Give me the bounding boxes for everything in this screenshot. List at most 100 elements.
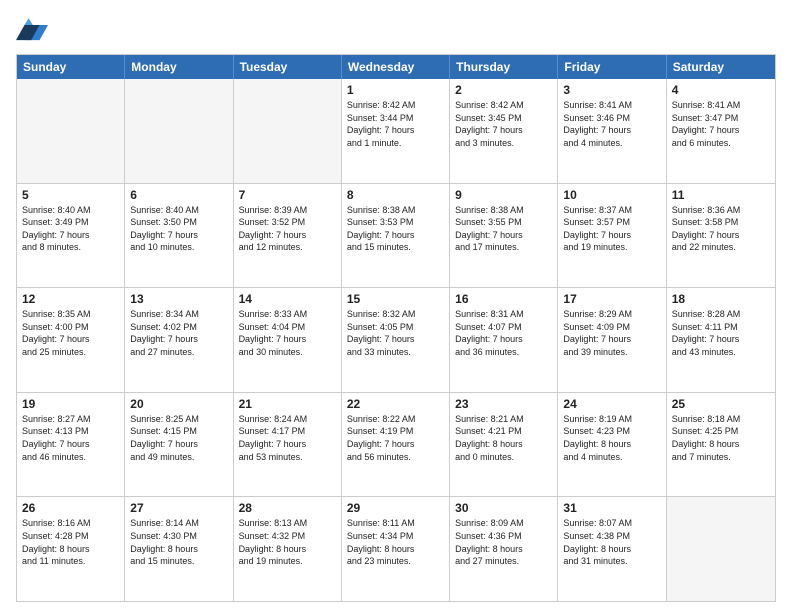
calendar-cell: 10 Sunrise: 8:37 AM Sunset: 3:57 PM Dayli… — [558, 184, 666, 288]
calendar-cell: 16 Sunrise: 8:31 AM Sunset: 4:07 PM Dayli… — [450, 288, 558, 392]
day-number: 2 — [455, 83, 552, 97]
day-number: 5 — [22, 188, 119, 202]
day-number: 6 — [130, 188, 227, 202]
calendar-cell: 31 Sunrise: 8:07 AM Sunset: 4:38 PM Dayli… — [558, 497, 666, 601]
cell-text: Sunrise: 8:25 AM Sunset: 4:15 PM Dayligh… — [130, 413, 227, 463]
cell-text: Sunrise: 8:16 AM Sunset: 4:28 PM Dayligh… — [22, 517, 119, 567]
day-number: 24 — [563, 397, 660, 411]
calendar-row: 12 Sunrise: 8:35 AM Sunset: 4:00 PM Dayli… — [17, 287, 775, 392]
weekday-header: Thursday — [450, 55, 558, 79]
cell-text: Sunrise: 8:18 AM Sunset: 4:25 PM Dayligh… — [672, 413, 770, 463]
weekday-header: Saturday — [667, 55, 775, 79]
cell-text: Sunrise: 8:07 AM Sunset: 4:38 PM Dayligh… — [563, 517, 660, 567]
cell-text: Sunrise: 8:27 AM Sunset: 4:13 PM Dayligh… — [22, 413, 119, 463]
calendar-cell: 27 Sunrise: 8:14 AM Sunset: 4:30 PM Dayli… — [125, 497, 233, 601]
cell-text: Sunrise: 8:38 AM Sunset: 3:53 PM Dayligh… — [347, 204, 444, 254]
calendar-header: SundayMondayTuesdayWednesdayThursdayFrid… — [17, 55, 775, 79]
calendar-cell: 5 Sunrise: 8:40 AM Sunset: 3:49 PM Daylig… — [17, 184, 125, 288]
calendar-cell: 1Sunrise: 8:42 AM Sunset: 3:44 PM Daylig… — [342, 79, 450, 183]
calendar-cell — [125, 79, 233, 183]
calendar-cell: 21Sunrise: 8:24 AM Sunset: 4:17 PM Dayli… — [234, 393, 342, 497]
calendar-cell: 17 Sunrise: 8:29 AM Sunset: 4:09 PM Dayli… — [558, 288, 666, 392]
header — [16, 16, 776, 44]
calendar-row: 26 Sunrise: 8:16 AM Sunset: 4:28 PM Dayli… — [17, 496, 775, 601]
day-number: 27 — [130, 501, 227, 515]
calendar-cell: 20 Sunrise: 8:25 AM Sunset: 4:15 PM Dayli… — [125, 393, 233, 497]
day-number: 3 — [563, 83, 660, 97]
cell-text: Sunrise: 8:39 AM Sunset: 3:52 PM Dayligh… — [239, 204, 336, 254]
cell-text: Sunrise: 8:19 AM Sunset: 4:23 PM Dayligh… — [563, 413, 660, 463]
day-number: 11 — [672, 188, 770, 202]
day-number: 22 — [347, 397, 444, 411]
cell-text: Sunrise: 8:33 AM Sunset: 4:04 PM Dayligh… — [239, 308, 336, 358]
calendar-cell: 14 Sunrise: 8:33 AM Sunset: 4:04 PM Dayli… — [234, 288, 342, 392]
cell-text: Sunrise: 8:40 AM Sunset: 3:49 PM Dayligh… — [22, 204, 119, 254]
calendar-cell — [667, 497, 775, 601]
calendar-cell: 30Sunrise: 8:09 AM Sunset: 4:36 PM Dayli… — [450, 497, 558, 601]
day-number: 16 — [455, 292, 552, 306]
day-number: 28 — [239, 501, 336, 515]
weekday-header: Monday — [125, 55, 233, 79]
calendar: SundayMondayTuesdayWednesdayThursdayFrid… — [16, 54, 776, 602]
day-number: 26 — [22, 501, 119, 515]
calendar-row: 19 Sunrise: 8:27 AM Sunset: 4:13 PM Dayli… — [17, 392, 775, 497]
weekday-header: Sunday — [17, 55, 125, 79]
cell-text: Sunrise: 8:11 AM Sunset: 4:34 PM Dayligh… — [347, 517, 444, 567]
calendar-cell: 4Sunrise: 8:41 AM Sunset: 3:47 PM Daylig… — [667, 79, 775, 183]
day-number: 25 — [672, 397, 770, 411]
calendar-cell: 6 Sunrise: 8:40 AM Sunset: 3:50 PM Daylig… — [125, 184, 233, 288]
cell-text: Sunrise: 8:13 AM Sunset: 4:32 PM Dayligh… — [239, 517, 336, 567]
calendar-cell: 12 Sunrise: 8:35 AM Sunset: 4:00 PM Dayli… — [17, 288, 125, 392]
logo — [16, 16, 52, 44]
cell-text: Sunrise: 8:42 AM Sunset: 3:45 PM Dayligh… — [455, 99, 552, 149]
day-number: 17 — [563, 292, 660, 306]
cell-text: Sunrise: 8:31 AM Sunset: 4:07 PM Dayligh… — [455, 308, 552, 358]
cell-text: Sunrise: 8:14 AM Sunset: 4:30 PM Dayligh… — [130, 517, 227, 567]
page: SundayMondayTuesdayWednesdayThursdayFrid… — [0, 0, 792, 612]
cell-text: Sunrise: 8:28 AM Sunset: 4:11 PM Dayligh… — [672, 308, 770, 358]
cell-text: Sunrise: 8:40 AM Sunset: 3:50 PM Dayligh… — [130, 204, 227, 254]
calendar-cell — [17, 79, 125, 183]
calendar-row: 5 Sunrise: 8:40 AM Sunset: 3:49 PM Daylig… — [17, 183, 775, 288]
calendar-cell: 23 Sunrise: 8:21 AM Sunset: 4:21 PM Dayli… — [450, 393, 558, 497]
cell-text: Sunrise: 8:41 AM Sunset: 3:47 PM Dayligh… — [672, 99, 770, 149]
cell-text: Sunrise: 8:36 AM Sunset: 3:58 PM Dayligh… — [672, 204, 770, 254]
day-number: 18 — [672, 292, 770, 306]
cell-text: Sunrise: 8:32 AM Sunset: 4:05 PM Dayligh… — [347, 308, 444, 358]
day-number: 14 — [239, 292, 336, 306]
day-number: 15 — [347, 292, 444, 306]
day-number: 10 — [563, 188, 660, 202]
weekday-header: Friday — [558, 55, 666, 79]
calendar-row: 1Sunrise: 8:42 AM Sunset: 3:44 PM Daylig… — [17, 79, 775, 183]
calendar-cell: 7 Sunrise: 8:39 AM Sunset: 3:52 PM Daylig… — [234, 184, 342, 288]
weekday-header: Wednesday — [342, 55, 450, 79]
day-number: 19 — [22, 397, 119, 411]
calendar-cell: 11 Sunrise: 8:36 AM Sunset: 3:58 PM Dayli… — [667, 184, 775, 288]
day-number: 31 — [563, 501, 660, 515]
day-number: 9 — [455, 188, 552, 202]
calendar-body: 1Sunrise: 8:42 AM Sunset: 3:44 PM Daylig… — [17, 79, 775, 601]
day-number: 20 — [130, 397, 227, 411]
calendar-cell — [234, 79, 342, 183]
cell-text: Sunrise: 8:34 AM Sunset: 4:02 PM Dayligh… — [130, 308, 227, 358]
day-number: 21 — [239, 397, 336, 411]
cell-text: Sunrise: 8:21 AM Sunset: 4:21 PM Dayligh… — [455, 413, 552, 463]
day-number: 23 — [455, 397, 552, 411]
day-number: 7 — [239, 188, 336, 202]
cell-text: Sunrise: 8:35 AM Sunset: 4:00 PM Dayligh… — [22, 308, 119, 358]
cell-text: Sunrise: 8:37 AM Sunset: 3:57 PM Dayligh… — [563, 204, 660, 254]
day-number: 12 — [22, 292, 119, 306]
cell-text: Sunrise: 8:22 AM Sunset: 4:19 PM Dayligh… — [347, 413, 444, 463]
cell-text: Sunrise: 8:41 AM Sunset: 3:46 PM Dayligh… — [563, 99, 660, 149]
calendar-cell: 15 Sunrise: 8:32 AM Sunset: 4:05 PM Dayli… — [342, 288, 450, 392]
calendar-cell: 25 Sunrise: 8:18 AM Sunset: 4:25 PM Dayli… — [667, 393, 775, 497]
cell-text: Sunrise: 8:29 AM Sunset: 4:09 PM Dayligh… — [563, 308, 660, 358]
calendar-cell: 8Sunrise: 8:38 AM Sunset: 3:53 PM Daylig… — [342, 184, 450, 288]
weekday-header: Tuesday — [234, 55, 342, 79]
cell-text: Sunrise: 8:42 AM Sunset: 3:44 PM Dayligh… — [347, 99, 444, 149]
calendar-cell: 19 Sunrise: 8:27 AM Sunset: 4:13 PM Dayli… — [17, 393, 125, 497]
calendar-cell: 3 Sunrise: 8:41 AM Sunset: 3:46 PM Daylig… — [558, 79, 666, 183]
calendar-cell: 9Sunrise: 8:38 AM Sunset: 3:55 PM Daylig… — [450, 184, 558, 288]
calendar-cell: 29Sunrise: 8:11 AM Sunset: 4:34 PM Dayli… — [342, 497, 450, 601]
calendar-cell: 2 Sunrise: 8:42 AM Sunset: 3:45 PM Daylig… — [450, 79, 558, 183]
